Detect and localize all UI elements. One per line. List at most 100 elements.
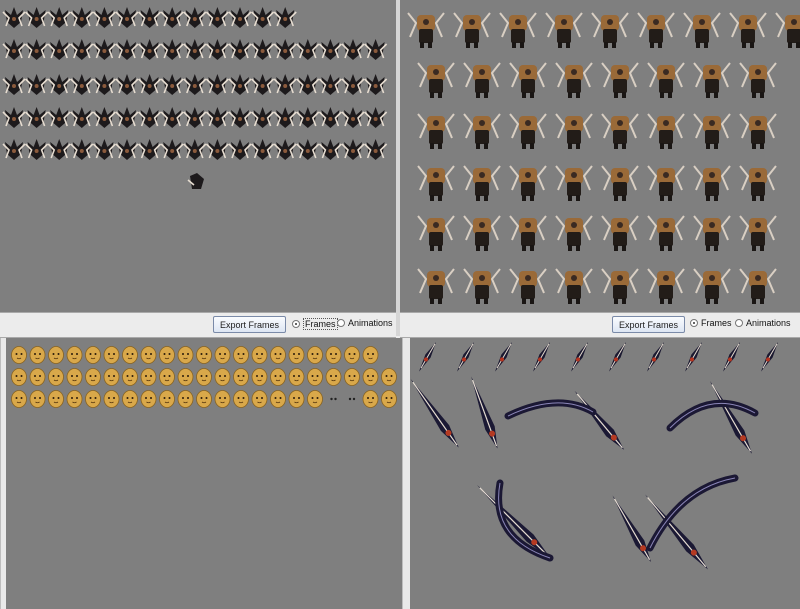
armor-sprite	[647, 165, 685, 201]
helmet-sprite	[2, 107, 26, 128]
face-sprite	[307, 368, 323, 386]
helmet-sprite	[25, 107, 49, 128]
helmet-sprite	[364, 39, 388, 60]
top-left-sprite-canvas[interactable]	[0, 0, 396, 312]
face-sprite	[362, 368, 379, 386]
helmet-sprite	[228, 139, 252, 160]
armor-sprite	[693, 215, 731, 251]
helmet-sprite	[115, 74, 139, 95]
armor-sprite	[647, 215, 685, 251]
face-sprite	[196, 368, 212, 386]
armor-sprite	[601, 268, 639, 304]
animations-radio[interactable]: Animations	[735, 318, 791, 328]
helmet-sprite	[341, 74, 365, 95]
armor-sprite	[417, 215, 455, 251]
slash-effect-sprite	[666, 399, 759, 432]
radio-unselected-icon	[337, 319, 345, 327]
armor-sprite	[739, 268, 777, 304]
face-sprite	[140, 390, 157, 408]
weapon-sprite	[574, 390, 625, 450]
weapon-sprite	[710, 381, 752, 454]
helmet-sprite	[273, 139, 297, 160]
helmet-sprite	[138, 107, 162, 128]
weapon-row	[419, 342, 778, 372]
helmet-sprite	[251, 7, 275, 28]
armor-sprite	[555, 62, 593, 98]
bottom-right-sprite-canvas[interactable]	[410, 338, 800, 609]
helmet-sprite	[25, 74, 49, 95]
helmet-sprite	[47, 139, 71, 160]
helmet-sprite	[115, 7, 139, 28]
armor-sprite	[555, 268, 593, 304]
face-sprite	[103, 346, 120, 364]
face-sprite	[288, 346, 305, 364]
export-frames-button[interactable]: Export Frames	[612, 316, 685, 333]
weapon-sprite	[476, 484, 552, 560]
helmet-sprite	[47, 107, 71, 128]
bottom-left-sprite-canvas[interactable]	[6, 338, 402, 609]
armor-sprite	[509, 113, 547, 149]
export-frames-button[interactable]: Export Frames	[213, 316, 286, 333]
face-sprite	[344, 368, 360, 386]
face-sprite	[325, 368, 342, 386]
weapon-sprite	[410, 378, 459, 448]
helmet-sprite	[273, 74, 297, 95]
animations-radio-label: Animations	[746, 318, 791, 328]
face-sprite	[11, 368, 27, 386]
weapon-sprite	[571, 342, 588, 372]
helmet-sprite	[115, 39, 139, 60]
top-right-sprite-canvas[interactable]	[400, 0, 800, 312]
helmet-sprite	[47, 7, 71, 28]
weapon-sprite	[471, 376, 498, 449]
face-sprite	[177, 390, 194, 408]
face-sprite	[344, 346, 360, 364]
armor-sprite	[729, 12, 767, 48]
frames-radio[interactable]: Frames	[292, 318, 338, 330]
face-sprite	[362, 390, 379, 408]
slash-effect-sprite	[504, 399, 597, 420]
top-right-toolbar: Export Frames Frames Animations	[400, 312, 800, 338]
helmet-sprite	[228, 39, 252, 60]
weapon-sprite	[457, 342, 474, 372]
helmet-sprite	[25, 39, 49, 60]
helmet-sprite-sheet	[2, 7, 388, 189]
helmet-sprite	[273, 7, 297, 28]
helmet-sprite	[228, 107, 252, 128]
armor-sprite	[453, 12, 491, 48]
face-sprite	[307, 346, 323, 364]
helmet-sprite	[318, 39, 342, 60]
armor-sprite	[591, 12, 629, 48]
helmet-sprite	[92, 139, 116, 160]
armor-sprite	[555, 215, 593, 251]
face-sprite	[11, 346, 27, 364]
weapon-sprite	[495, 342, 512, 372]
helmet-sprite	[205, 39, 229, 60]
armor-sprite	[417, 62, 455, 98]
face-sprite	[251, 368, 268, 386]
helmet-sprite	[183, 74, 207, 95]
armor-sprite	[739, 165, 777, 201]
armor-sprite-sheet	[407, 12, 800, 304]
face-sprite	[233, 390, 249, 408]
helmet-sprite	[341, 107, 365, 128]
armor-sprite	[555, 113, 593, 149]
weapon-sprite	[609, 342, 626, 372]
helmet-sprite	[341, 39, 365, 60]
face-sprite	[103, 368, 120, 386]
animations-radio[interactable]: Animations	[337, 318, 393, 328]
armor-sprite	[499, 12, 537, 48]
helmet-sprite	[70, 39, 94, 60]
face-sprite	[196, 346, 212, 364]
helmet-sprite	[205, 7, 229, 28]
face-sprite	[159, 368, 175, 386]
helmet-sprite	[92, 107, 116, 128]
animations-radio-label: Animations	[348, 318, 393, 328]
face-sprite	[381, 390, 397, 408]
frames-radio[interactable]: Frames	[690, 318, 732, 328]
face-sprite	[288, 368, 305, 386]
armor-sprite	[417, 165, 455, 201]
armor-sprite	[417, 268, 455, 304]
helmet-sprite	[70, 7, 94, 28]
helmet-sprite	[228, 7, 252, 28]
armor-sprite	[775, 12, 800, 48]
